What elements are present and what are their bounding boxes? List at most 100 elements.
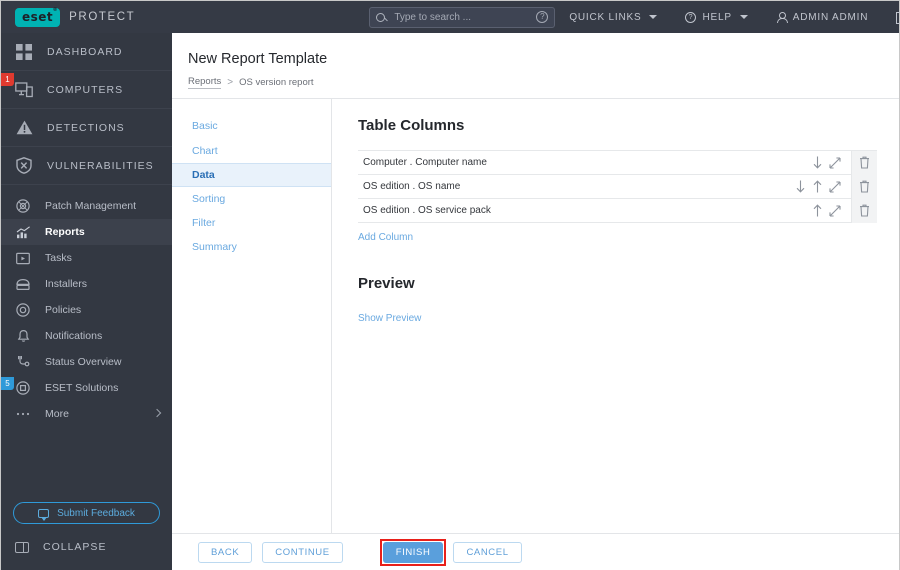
continue-button-wrap: CONTINUE <box>262 541 343 563</box>
wizard-step-label: Chart <box>192 145 218 157</box>
page-title: New Report Template <box>188 51 328 67</box>
search-input[interactable] <box>385 11 537 23</box>
computers-icon <box>15 81 33 99</box>
sidebar-item-eset-solutions[interactable]: 5 ESET Solutions <box>1 375 172 401</box>
row-actions <box>792 198 877 223</box>
delete-row-icon[interactable] <box>851 150 877 175</box>
app-grid-icon[interactable] <box>153 10 157 24</box>
chevron-down-icon <box>649 15 658 19</box>
show-preview-link[interactable]: Show Preview <box>358 313 421 324</box>
installers-icon <box>15 276 31 292</box>
resize-diagonal-icon[interactable] <box>826 175 843 199</box>
move-down-icon[interactable] <box>809 151 826 175</box>
main-content: New Report Template Reports > OS version… <box>172 33 899 570</box>
move-up-icon[interactable] <box>809 175 826 199</box>
user-label: ADMIN ADMIN <box>792 11 869 23</box>
sidebar-item-tasks[interactable]: Tasks <box>1 245 172 271</box>
sidebar-item-label: Policies <box>45 304 82 316</box>
warning-triangle-icon <box>15 119 33 137</box>
sidebar-item-vulnerabilities[interactable]: VULNERABILITIES <box>1 147 172 185</box>
eset-logo-text: eset <box>22 9 54 24</box>
submit-feedback-container: Submit Feedback <box>1 502 172 524</box>
sidebar-item-dashboard[interactable]: DASHBOARD <box>1 33 172 71</box>
wizard-panel-data: Table Columns Computer . Computer name O… <box>332 99 899 533</box>
search-help-icon[interactable]: ? <box>536 11 549 23</box>
logout-button[interactable]: LOGOUT <box>882 1 900 33</box>
sidebar-item-more[interactable]: More <box>1 401 172 427</box>
resize-diagonal-icon[interactable] <box>826 199 843 223</box>
wizard-step-sorting[interactable]: Sorting <box>172 187 331 211</box>
sidebar-item-patch-management[interactable]: Patch Management <box>1 193 172 219</box>
move-up-icon[interactable] <box>809 199 826 223</box>
add-column-link[interactable]: Add Column <box>358 232 413 243</box>
quick-links-label: QUICK LINKS <box>569 11 642 23</box>
sidebar-item-label: Status Overview <box>45 356 122 368</box>
column-name: OS edition . OS name <box>363 181 461 192</box>
sidebar-item-installers[interactable]: Installers <box>1 271 172 297</box>
back-button[interactable]: BACK <box>198 541 253 563</box>
sidebar-item-label: Notifications <box>45 330 103 342</box>
quick-links-menu[interactable]: QUICK LINKS <box>555 1 671 33</box>
delete-row-icon[interactable] <box>851 174 877 199</box>
chevron-right-icon <box>152 408 162 418</box>
wizard-step-basic[interactable]: Basic <box>172 114 331 138</box>
finish-button-highlight: FINISH <box>379 538 447 566</box>
wizard-step-filter[interactable]: Filter <box>172 211 331 235</box>
sidebar-item-label: Tasks <box>45 252 72 264</box>
search-container: ? <box>369 6 556 28</box>
product-name: PROTECT <box>69 11 136 23</box>
top-bar: eset® PROTECT ? QUICK LINKS ? HELP <box>1 1 900 33</box>
breadcrumb: Reports > OS version report <box>188 76 899 89</box>
sidebar-item-label: Reports <box>45 226 85 238</box>
ellipsis-icon <box>15 406 31 422</box>
continue-button[interactable]: CONTINUE <box>262 541 343 563</box>
sidebar-item-label: ESET Solutions <box>45 382 119 394</box>
sidebar-item-notifications[interactable]: Notifications <box>1 323 172 349</box>
sidebar-item-detections[interactable]: DETECTIONS <box>1 109 172 147</box>
wizard-body: Basic Chart Data Sorting Filter Summary <box>172 99 899 533</box>
sidebar-item-label: Installers <box>45 278 88 290</box>
wizard-step-summary[interactable]: Summary <box>172 235 331 259</box>
cancel-button[interactable]: CANCEL <box>453 541 522 563</box>
collapse-sidebar-button[interactable]: COLLAPSE <box>1 532 172 562</box>
resize-diagonal-icon[interactable] <box>826 151 843 175</box>
move-down-icon[interactable] <box>792 175 809 199</box>
breadcrumb-separator-icon: > <box>227 77 234 88</box>
table-row: OS edition . OS service pack <box>358 198 877 223</box>
row-actions <box>792 150 877 175</box>
patch-icon <box>15 198 31 214</box>
dashboard-icon <box>15 43 33 61</box>
sidebar-item-computers[interactable]: 1 COMPUTERS <box>1 71 172 109</box>
sidebar-item-label: DETECTIONS <box>47 121 125 134</box>
help-menu[interactable]: ? HELP <box>671 1 761 33</box>
user-menu[interactable]: ADMIN ADMIN <box>762 1 882 33</box>
status-badge: 1 <box>1 73 14 86</box>
policies-target-icon <box>15 302 31 318</box>
eset-logo: eset ® <box>15 7 61 27</box>
delete-row-icon[interactable] <box>851 198 877 223</box>
finish-button[interactable]: FINISH <box>382 541 444 563</box>
sidebar: DASHBOARD 1 COMPUTERS DETECTIONS VULNERA… <box>1 33 172 570</box>
wizard-step-chart[interactable]: Chart <box>172 139 331 163</box>
status-badge: 5 <box>1 377 14 390</box>
question-circle-icon: ? <box>685 11 697 23</box>
submit-feedback-label: Submit Feedback <box>57 507 135 519</box>
wizard-step-data[interactable]: Data <box>172 163 331 187</box>
sidebar-item-label: DASHBOARD <box>47 45 123 58</box>
submit-feedback-button[interactable]: Submit Feedback <box>13 502 160 524</box>
eset-solutions-icon <box>15 380 31 396</box>
wizard-step-label: Sorting <box>192 193 226 205</box>
speech-bubble-icon <box>38 508 50 521</box>
brand: eset ® PROTECT <box>1 7 136 27</box>
sidebar-item-reports[interactable]: Reports <box>1 219 172 245</box>
wizard-steps-nav: Basic Chart Data Sorting Filter Summary <box>172 99 332 533</box>
status-overview-icon <box>15 354 31 370</box>
back-button-wrap: BACK <box>198 541 253 563</box>
cancel-button-wrap: CANCEL <box>453 541 522 563</box>
sidebar-item-status-overview[interactable]: Status Overview <box>1 349 172 375</box>
sidebar-item-label: COMPUTERS <box>47 83 124 96</box>
row-actions <box>792 174 877 199</box>
search-box[interactable]: ? <box>369 6 556 28</box>
sidebar-item-policies[interactable]: Policies <box>1 297 172 323</box>
breadcrumb-link-reports[interactable]: Reports <box>188 76 222 89</box>
